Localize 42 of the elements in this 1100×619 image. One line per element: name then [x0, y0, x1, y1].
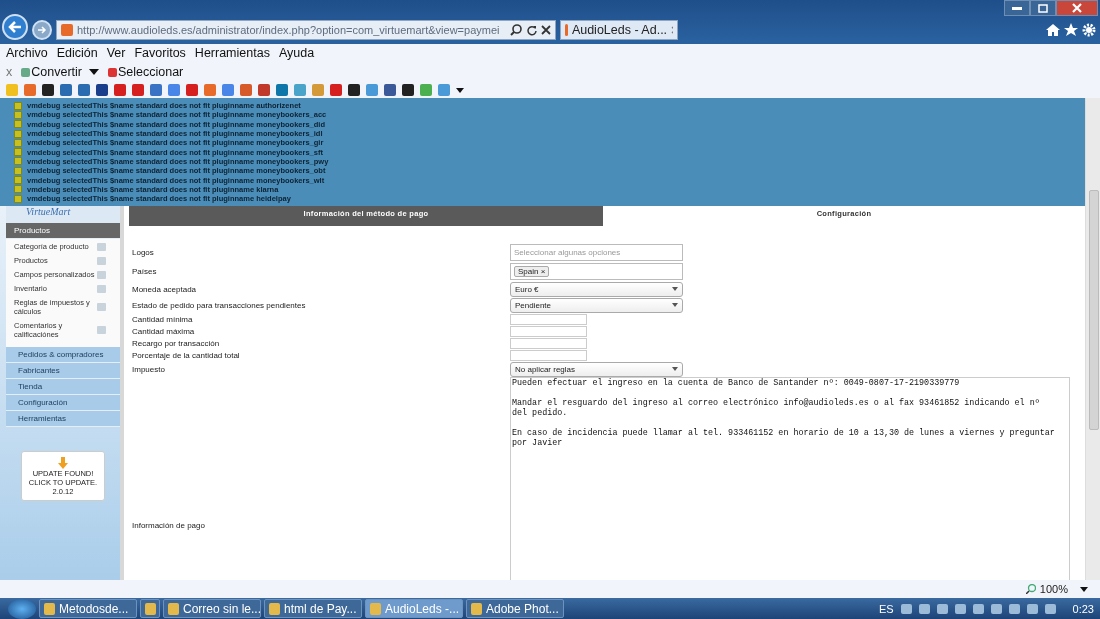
field-label: Porcentaje de la cantidad total: [132, 350, 241, 360]
taskbar-button[interactable]: Correo sin le...: [163, 599, 261, 618]
field-label: Impuesto: [132, 364, 166, 374]
sidebar-section[interactable]: Tienda: [6, 379, 120, 396]
field-label: Recargo por transacción: [132, 338, 221, 348]
field-label: Cantidad mínima: [132, 314, 194, 324]
menu-item[interactable]: Ver: [106, 46, 126, 60]
select-dropdown[interactable]: Euro €: [510, 281, 683, 297]
field-label: Moneda aceptada: [132, 284, 198, 294]
taskbar-button[interactable]: html de Pay...: [264, 599, 362, 618]
field-label: Logos: [132, 248, 155, 258]
close-toolbar-button[interactable]: x: [6, 65, 13, 79]
clock[interactable]: 0:23: [1072, 602, 1094, 615]
virtuemart-logo: VirtueMart: [6, 206, 120, 224]
taskbar-button[interactable]: Metodosde...: [39, 599, 137, 618]
taskbar-button[interactable]: Adobe Phot...: [466, 599, 564, 618]
textarea-field[interactable]: Pueden efectuar el ingreso en la cuenta de Banco de Santander nº: 0049-0807-17-2190339779 Mandar el resguardo del ingreso al correo electrónico info@audioleds.es o al fax 93461852 indicando el nº del pedido. En caso de incidencia puede llamar al tel. 933461152 en horario de 10 a 13,30 de lunes a viernes y preguntar por Javier: [510, 377, 1070, 583]
sidebar-section[interactable]: Fabricantes: [6, 363, 120, 380]
field-label: Cantidad máxima: [132, 326, 196, 336]
menu-item[interactable]: Ayuda: [278, 46, 315, 60]
field-label: Información de pago: [132, 521, 206, 533]
menu-item[interactable]: Herramientas: [194, 46, 270, 60]
zoom-level[interactable]: 100%: [1039, 583, 1068, 595]
field-label: Estado de pedido para transacciones pendientes: [132, 300, 307, 310]
command-button[interactable]: Seleccionar: [107, 65, 184, 79]
command-button[interactable]: Convertir: [21, 65, 99, 79]
language-indicator[interactable]: ES: [878, 602, 894, 615]
select-dropdown[interactable]: Pendiente: [510, 297, 683, 313]
address-bar[interactable]: http://www.audioleds.es/administrator/index.php?option=com_virtuemart&view=paymei: [56, 20, 556, 40]
select-dropdown[interactable]: No aplicar reglas: [510, 361, 683, 377]
country-tag[interactable]: Spain ×: [514, 266, 550, 278]
sidebar-section[interactable]: Productos: [6, 223, 120, 240]
menu-item[interactable]: Edición: [56, 46, 98, 60]
field-label: Países: [132, 267, 158, 277]
sidebar-section[interactable]: Pedidos & compradores: [6, 347, 120, 364]
menu-item[interactable]: Archivo: [6, 46, 48, 60]
sidebar-section[interactable]: Configuración: [6, 395, 120, 412]
remove-tag-button[interactable]: ×: [540, 267, 546, 277]
tags-field[interactable]: Spain ×: [510, 263, 683, 281]
menu-item[interactable]: Favoritos: [134, 46, 186, 60]
sidebar-section[interactable]: Herramientas: [6, 411, 120, 428]
browser-tab[interactable]: AudioLeds - Ad...: [560, 20, 678, 40]
